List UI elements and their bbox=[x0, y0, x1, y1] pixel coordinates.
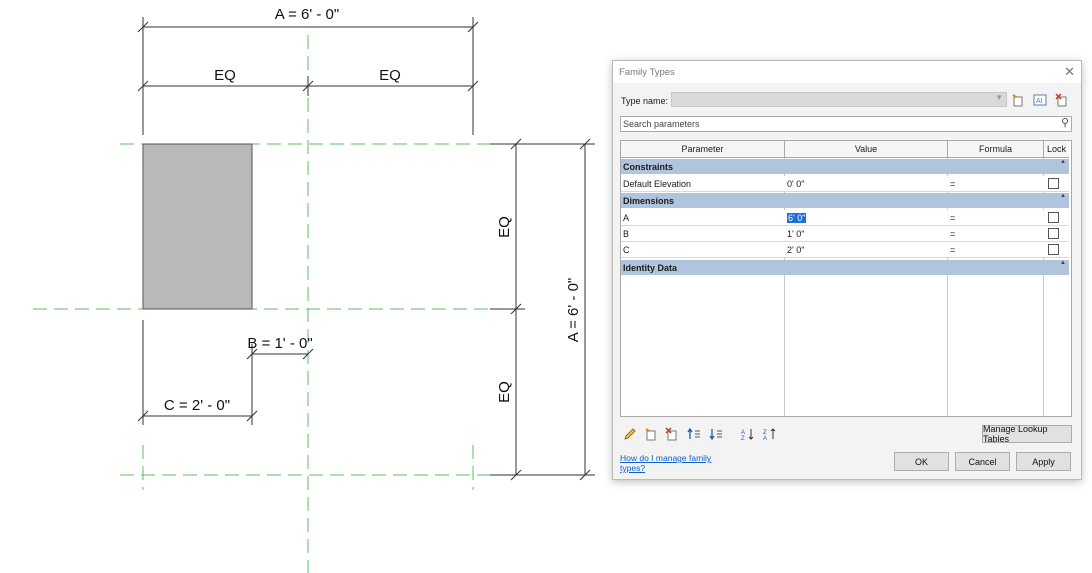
dialog-titlebar[interactable]: Family Types ✕ bbox=[613, 61, 1081, 83]
new-type-icon[interactable] bbox=[1010, 92, 1026, 108]
eq-right-label[interactable]: EQ bbox=[379, 67, 401, 84]
group-label: Identity Data bbox=[623, 262, 678, 273]
sort-descending-icon[interactable]: ZA bbox=[762, 426, 778, 442]
parameter-value[interactable]: 2' 0" bbox=[785, 242, 804, 257]
column-header-lock[interactable]: Lock bbox=[1044, 141, 1069, 158]
lock-checkbox[interactable] bbox=[1048, 178, 1059, 189]
search-icon[interactable]: ⚲ bbox=[1061, 116, 1069, 129]
group-header-dimensions[interactable]: Dimensions ▲ bbox=[621, 193, 1069, 208]
table-row[interactable]: C 2' 0" = bbox=[621, 242, 1069, 258]
delete-type-icon[interactable] bbox=[1054, 92, 1070, 108]
pencil-icon[interactable] bbox=[622, 426, 638, 442]
collapse-icon[interactable]: ▲ bbox=[1060, 193, 1066, 199]
svg-text:A: A bbox=[763, 436, 767, 441]
parameter-formula[interactable]: = bbox=[948, 226, 955, 241]
group-label: Constraints bbox=[623, 161, 674, 172]
chevron-down-icon: ▼ bbox=[995, 93, 1003, 102]
help-link[interactable]: How do I manage family types? bbox=[620, 453, 730, 473]
parameter-formula[interactable]: = bbox=[948, 242, 955, 257]
column-header-value[interactable]: Value bbox=[785, 141, 948, 158]
dim-c-label[interactable]: C = 2' - 0" bbox=[164, 397, 230, 414]
parameter-name: B bbox=[623, 228, 630, 239]
new-parameter-icon[interactable] bbox=[643, 426, 659, 442]
svg-text:Z: Z bbox=[741, 436, 745, 441]
dialog-title: Family Types bbox=[619, 67, 675, 78]
search-input[interactable] bbox=[623, 117, 1051, 130]
collapse-icon[interactable]: ▲ bbox=[1060, 260, 1066, 266]
eq-left-label[interactable]: EQ bbox=[214, 67, 236, 84]
eq-upper-vertical-label[interactable]: EQ bbox=[496, 216, 513, 238]
parameter-name: C bbox=[623, 244, 630, 255]
move-up-icon[interactable] bbox=[686, 426, 702, 442]
table-row[interactable]: B 1' 0" = bbox=[621, 226, 1069, 242]
manage-lookup-tables-button[interactable]: Manage Lookup Tables bbox=[982, 424, 1072, 444]
rename-type-icon[interactable]: AI bbox=[1032, 92, 1048, 108]
search-parameters-box[interactable]: ⚲ bbox=[620, 116, 1072, 132]
collapse-icon[interactable]: ▲ bbox=[1060, 159, 1066, 165]
parameter-value[interactable]: 0' 0" bbox=[785, 176, 804, 191]
reference-planes bbox=[33, 35, 520, 573]
parameter-formula[interactable]: = bbox=[948, 176, 955, 191]
column-header-formula[interactable]: Formula bbox=[948, 141, 1044, 158]
group-label: Dimensions bbox=[623, 195, 675, 206]
cancel-button[interactable]: Cancel bbox=[955, 452, 1010, 471]
apply-button[interactable]: Apply bbox=[1016, 452, 1071, 471]
group-header-identity-data[interactable]: Identity Data ▲ bbox=[621, 260, 1069, 275]
parameter-name: Default Elevation bbox=[623, 178, 692, 189]
table-row[interactable]: Default Elevation 0' 0" = bbox=[621, 176, 1069, 192]
close-icon[interactable]: ✕ bbox=[1064, 64, 1075, 80]
table-row[interactable]: A 6' 0" = bbox=[621, 210, 1069, 226]
type-name-label: Type name: bbox=[621, 96, 669, 106]
type-name-dropdown[interactable]: ▼ bbox=[671, 92, 1007, 107]
move-down-icon[interactable] bbox=[708, 426, 724, 442]
parameter-value[interactable]: 1' 0" bbox=[785, 226, 804, 241]
delete-parameter-icon[interactable] bbox=[664, 426, 680, 442]
eq-lower-vertical-label[interactable]: EQ bbox=[496, 381, 513, 403]
column-header-parameter[interactable]: Parameter bbox=[621, 141, 785, 158]
dim-a-top-label[interactable]: A = 6' - 0" bbox=[275, 6, 339, 23]
parameters-grid: Parameter Value Formula Lock Constraints… bbox=[620, 140, 1072, 417]
lock-checkbox[interactable] bbox=[1048, 244, 1059, 255]
parameter-value[interactable]: 6' 0" bbox=[787, 212, 807, 223]
parameter-name: A bbox=[623, 212, 630, 223]
group-header-constraints[interactable]: Constraints ▲ bbox=[621, 159, 1069, 174]
dim-b-label[interactable]: B = 1' - 0" bbox=[247, 335, 312, 352]
ok-button[interactable]: OK bbox=[894, 452, 949, 471]
parameter-value-cell[interactable]: 6' 0" bbox=[785, 210, 807, 225]
lock-checkbox[interactable] bbox=[1048, 228, 1059, 239]
sort-ascending-icon[interactable]: AZ bbox=[740, 426, 756, 442]
svg-text:AI: AI bbox=[1036, 98, 1043, 105]
lock-checkbox[interactable] bbox=[1048, 212, 1059, 223]
parameter-formula[interactable]: = bbox=[948, 210, 955, 225]
family-types-dialog: Family Types ✕ Type name: ▼ AI ⚲ Paramet… bbox=[612, 60, 1082, 480]
dim-a-vertical-label[interactable]: A = 6' - 0" bbox=[565, 278, 582, 342]
extrusion-rectangle[interactable] bbox=[142, 143, 253, 310]
